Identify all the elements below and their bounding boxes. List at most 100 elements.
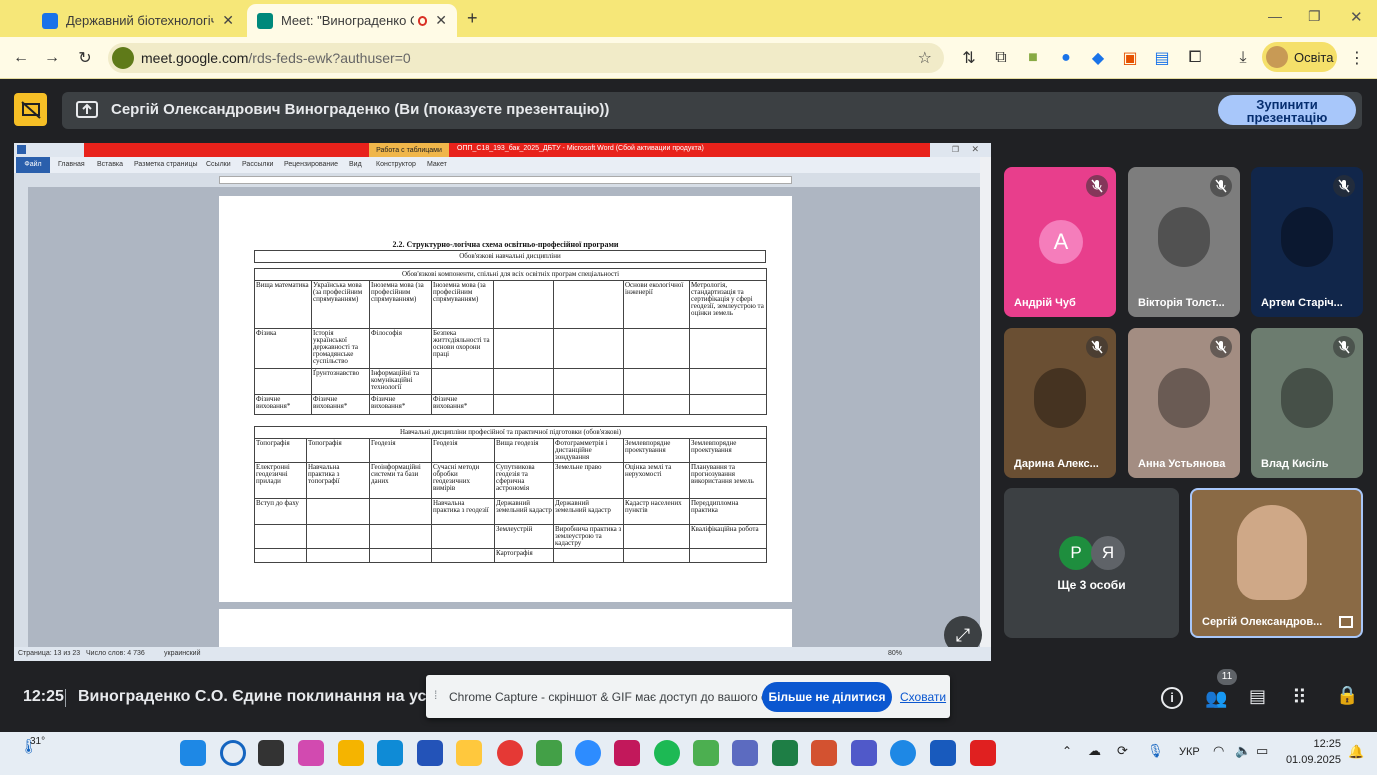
table-cell[interactable] (688, 328, 768, 369)
table-cell[interactable]: Кваліфікаційна робота (688, 524, 768, 549)
tray-chevron-icon[interactable]: ⌃ (1062, 744, 1072, 758)
extensions-puzzle-icon[interactable]: ⧠ (1184, 47, 1206, 69)
extension-circle-icon[interactable]: ● (1055, 47, 1077, 69)
stop-sharing-button[interactable]: Більше не ділитися (762, 682, 892, 712)
table-cell[interactable]: Картографія (494, 548, 554, 563)
table-cell[interactable]: Фізичне виховання* (311, 394, 370, 415)
table-cell[interactable] (493, 328, 554, 369)
menu-mailings[interactable]: Рассылки (242, 161, 273, 168)
participant-tile[interactable]: Влад Кисіль (1251, 328, 1363, 478)
table-cell[interactable] (553, 548, 624, 563)
picture-in-picture-icon[interactable] (1339, 616, 1353, 628)
download-icon[interactable]: ⤓ (1232, 47, 1254, 69)
menu-file[interactable]: Файл (16, 157, 50, 173)
table-cell[interactable]: Державний земельний кадастр (494, 498, 554, 525)
participant-tile[interactable]: Анна Устьянова (1128, 328, 1240, 478)
table-cell[interactable]: Навчальна практика з топографії (306, 462, 370, 499)
extension-icon[interactable]: ■ (1022, 47, 1044, 69)
close-tab-icon[interactable]: ✕ (435, 12, 447, 29)
qgis-icon[interactable] (536, 740, 562, 766)
language-indicator[interactable]: УКР (1179, 746, 1200, 758)
table-cell[interactable]: Фізика (254, 328, 312, 369)
table-cell[interactable] (553, 368, 624, 395)
media-icon[interactable] (456, 740, 482, 766)
store-icon[interactable] (417, 740, 443, 766)
extension-sc-icon[interactable]: ▣ (1119, 47, 1141, 69)
extension-screenshot-icon[interactable]: ⧉ (990, 47, 1012, 69)
table-cell[interactable] (493, 280, 554, 329)
table-cell[interactable]: Сучасні методи обробки геодезичних вимір… (431, 462, 495, 499)
table-cell[interactable]: Державний земельний кадастр (553, 498, 624, 525)
table-cell[interactable] (688, 394, 768, 415)
table-cell[interactable]: Планування та прогнозування використання… (688, 462, 768, 499)
word-icon[interactable] (930, 740, 956, 766)
table-cell[interactable] (493, 368, 554, 395)
table-professional[interactable]: Навчальні дисципліни професійної та прак… (253, 426, 768, 563)
table-cell[interactable]: Переддипломна практика (688, 498, 768, 525)
table-cell[interactable] (623, 524, 690, 549)
table-cell[interactable] (623, 548, 690, 563)
table-cell[interactable] (431, 524, 495, 549)
table-cell[interactable] (306, 498, 370, 525)
table-cell[interactable] (306, 548, 370, 563)
word-close-icon[interactable]: ✕ (971, 144, 979, 155)
more-participants-tile[interactable]: Р Я Ще 3 особи (1004, 488, 1179, 638)
table-cell[interactable]: Супутникова геодезія та сферична астроно… (494, 462, 554, 499)
table-cell[interactable]: Безпека життєдіяльності та основи охорон… (431, 328, 494, 369)
sync-icon[interactable]: ⟳ (1117, 743, 1128, 759)
info-icon[interactable]: i (1161, 687, 1183, 709)
forward-icon[interactable]: → (41, 47, 63, 69)
restore-icon[interactable]: ❐ (1308, 8, 1321, 25)
close-tab-icon[interactable]: ✕ (222, 12, 234, 29)
participant-tile[interactable]: Артем Старіч... (1251, 167, 1363, 317)
table-cell[interactable] (553, 280, 624, 329)
menu-kebab-icon[interactable]: ⋮ (1346, 47, 1368, 69)
table-cell[interactable]: Землеустрій (494, 524, 554, 549)
document-page[interactable]: 2.2. Структурно-логічна схема освітньо-п… (219, 196, 792, 602)
table-cell[interactable]: Вища математика (254, 280, 312, 329)
chat-icon[interactable]: ▤ (1249, 686, 1266, 707)
close-window-icon[interactable]: ✕ (1350, 8, 1363, 26)
table-cell[interactable]: Фізичне виховання* (431, 394, 494, 415)
table-mandatory[interactable]: Обов'язкові навчальні дисципліни (254, 250, 766, 263)
app-icon[interactable] (732, 740, 758, 766)
table-cell[interactable] (306, 524, 370, 549)
table-cell[interactable]: Вища геодезія (494, 438, 554, 463)
powerpoint-icon[interactable] (811, 740, 837, 766)
volume-icon[interactable]: 🔈 (1235, 743, 1251, 759)
menu-review[interactable]: Рецензирование (284, 161, 338, 168)
minimize-icon[interactable]: — (1268, 8, 1282, 24)
back-icon[interactable]: ← (10, 47, 32, 69)
table-cell[interactable] (254, 548, 307, 563)
hide-notice-link[interactable]: Сховати (900, 690, 946, 704)
table-cell[interactable]: Українська мова (за професійним спрямува… (311, 280, 370, 329)
table-cell[interactable]: Топографія (306, 438, 370, 463)
new-tab-icon[interactable]: + (467, 8, 478, 29)
horizontal-ruler[interactable] (14, 173, 991, 187)
table-cell[interactable]: Землевпорядне проектування (623, 438, 690, 463)
table-cell[interactable]: Геодезія (431, 438, 495, 463)
table-cell[interactable]: Геодезія (369, 438, 432, 463)
table-cell[interactable]: Ґрунтознавство (311, 368, 370, 395)
table-cell[interactable]: Фотограмметрія і дистанційне зондування (553, 438, 624, 463)
search-icon[interactable] (220, 740, 246, 766)
zoom-icon[interactable] (575, 740, 601, 766)
menu-layout[interactable]: Разметка страницы (134, 161, 198, 168)
teams-icon[interactable] (851, 740, 877, 766)
task-view-icon[interactable] (258, 740, 284, 766)
chrome-profile-icon[interactable] (890, 740, 916, 766)
table-cell[interactable]: Інформаційні та комунікаційні технології (369, 368, 432, 395)
spotify-icon[interactable] (654, 740, 680, 766)
table-cell[interactable]: Філософія (369, 328, 432, 369)
table-cell[interactable]: Історія української державності та грома… (311, 328, 370, 369)
table-cell[interactable]: Основи екологічної інженерії (623, 280, 690, 329)
menu-home[interactable]: Главная (58, 161, 85, 168)
participant-tile[interactable]: Вікторія Толст... (1128, 167, 1240, 317)
chrome-icon[interactable] (497, 740, 523, 766)
tab-biotech[interactable]: Державний біотехнологічний ✕ (32, 4, 244, 37)
participant-tile[interactable]: А Андрій Чуб (1004, 167, 1116, 317)
participant-tile[interactable]: Дарина Алекс... (1004, 328, 1116, 478)
stop-presenting-button[interactable]: Зупинити презентацію (1218, 95, 1356, 125)
bookmark-star-icon[interactable]: ☆ (918, 48, 932, 68)
table-cell[interactable]: Оцінка землі та нерухомості (623, 462, 690, 499)
